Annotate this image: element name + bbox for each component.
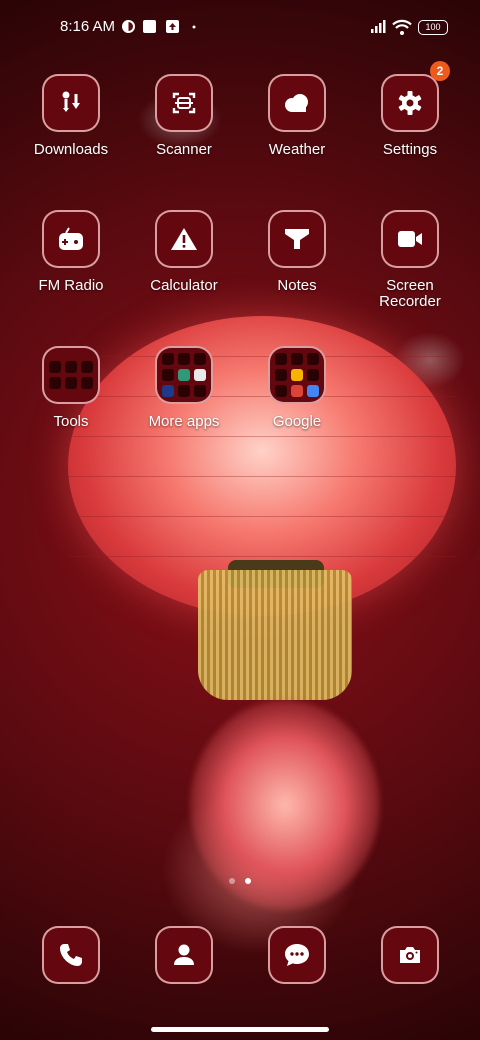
messages-icon xyxy=(285,944,309,966)
data-saver-icon xyxy=(122,20,135,33)
gear-icon xyxy=(398,91,422,115)
folder-google[interactable]: Google xyxy=(247,346,347,430)
battery-level: 100 xyxy=(425,22,441,32)
folder-tile[interactable] xyxy=(268,346,326,404)
app-label: Settings xyxy=(382,141,438,158)
folder-label: Google xyxy=(272,413,322,430)
app-label: Weather xyxy=(268,141,326,158)
notification-badge: 2 xyxy=(430,61,450,81)
status-bar: 8:16 AM 100 xyxy=(0,0,480,56)
app-weather[interactable]: Weather xyxy=(247,74,347,158)
app-label: Screen Recorder xyxy=(379,277,441,310)
app-tile[interactable] xyxy=(155,210,213,268)
app-scanner[interactable]: Scanner xyxy=(134,74,234,158)
camera-icon xyxy=(400,947,420,963)
scanner-icon xyxy=(172,92,196,114)
battery-indicator: 100 xyxy=(418,20,448,35)
app-calculator[interactable]: Calculator xyxy=(134,210,234,294)
app-tile[interactable] xyxy=(42,210,100,268)
app-fm-radio[interactable]: FM Radio xyxy=(21,210,121,294)
app-tile[interactable] xyxy=(381,210,439,268)
page-indicator xyxy=(226,878,256,886)
app-label: Scanner xyxy=(156,141,212,158)
app-settings[interactable]: Settings xyxy=(360,74,460,158)
app-label: Downloads xyxy=(33,141,109,158)
lantern-glow xyxy=(190,700,380,910)
folder-preview-grid xyxy=(158,349,210,401)
folder-tile[interactable] xyxy=(155,346,213,404)
upload-notification-icon xyxy=(166,20,179,33)
dock-tile[interactable] xyxy=(381,926,439,984)
signal-icon xyxy=(371,20,386,33)
lantern-tassel xyxy=(198,570,352,700)
notification-square-icon xyxy=(143,20,156,33)
page-dot-2-active xyxy=(245,878,251,884)
app-downloads[interactable]: Downloads xyxy=(21,74,121,158)
screen-recorder-icon xyxy=(398,231,422,247)
calculator-icon xyxy=(171,228,197,250)
dock-messages[interactable] xyxy=(247,926,347,984)
app-label: Calculator xyxy=(150,277,218,294)
app-tile[interactable] xyxy=(268,74,326,132)
app-tile[interactable] xyxy=(42,74,100,132)
app-notes[interactable]: Notes xyxy=(247,210,347,294)
home-indicator[interactable] xyxy=(151,1027,329,1032)
app-tile[interactable] xyxy=(155,74,213,132)
folder-preview-grid xyxy=(271,349,323,401)
folder-label: More apps xyxy=(148,413,220,430)
folder-preview-grid xyxy=(45,357,97,393)
weather-icon xyxy=(285,94,308,112)
app-tile[interactable] xyxy=(268,210,326,268)
folder-more-apps[interactable]: More apps xyxy=(134,346,234,430)
dock-camera[interactable] xyxy=(360,926,460,984)
folder-tile[interactable] xyxy=(42,346,100,404)
app-screen-recorder[interactable]: Screen Recorder xyxy=(360,210,460,310)
dock-phone[interactable] xyxy=(21,926,121,984)
app-label: FM Radio xyxy=(38,277,104,294)
wifi-icon xyxy=(392,19,412,35)
downloads-icon xyxy=(62,91,80,112)
app-label: Notes xyxy=(277,277,317,294)
folder-tools[interactable]: Tools xyxy=(21,346,121,430)
page-dot-1 xyxy=(229,878,235,884)
folder-label: Tools xyxy=(53,413,89,430)
dock-tile[interactable] xyxy=(42,926,100,984)
app-tile[interactable] xyxy=(381,74,439,132)
dock-tile[interactable] xyxy=(268,926,326,984)
notes-icon xyxy=(285,229,309,249)
status-time: 8:16 AM xyxy=(60,18,116,35)
contacts-icon xyxy=(174,944,194,965)
phone-icon xyxy=(60,944,82,966)
radio-icon xyxy=(59,227,83,250)
dock-contacts[interactable] xyxy=(134,926,234,984)
dock-tile[interactable] xyxy=(155,926,213,984)
more-notifications-icon xyxy=(192,25,196,29)
